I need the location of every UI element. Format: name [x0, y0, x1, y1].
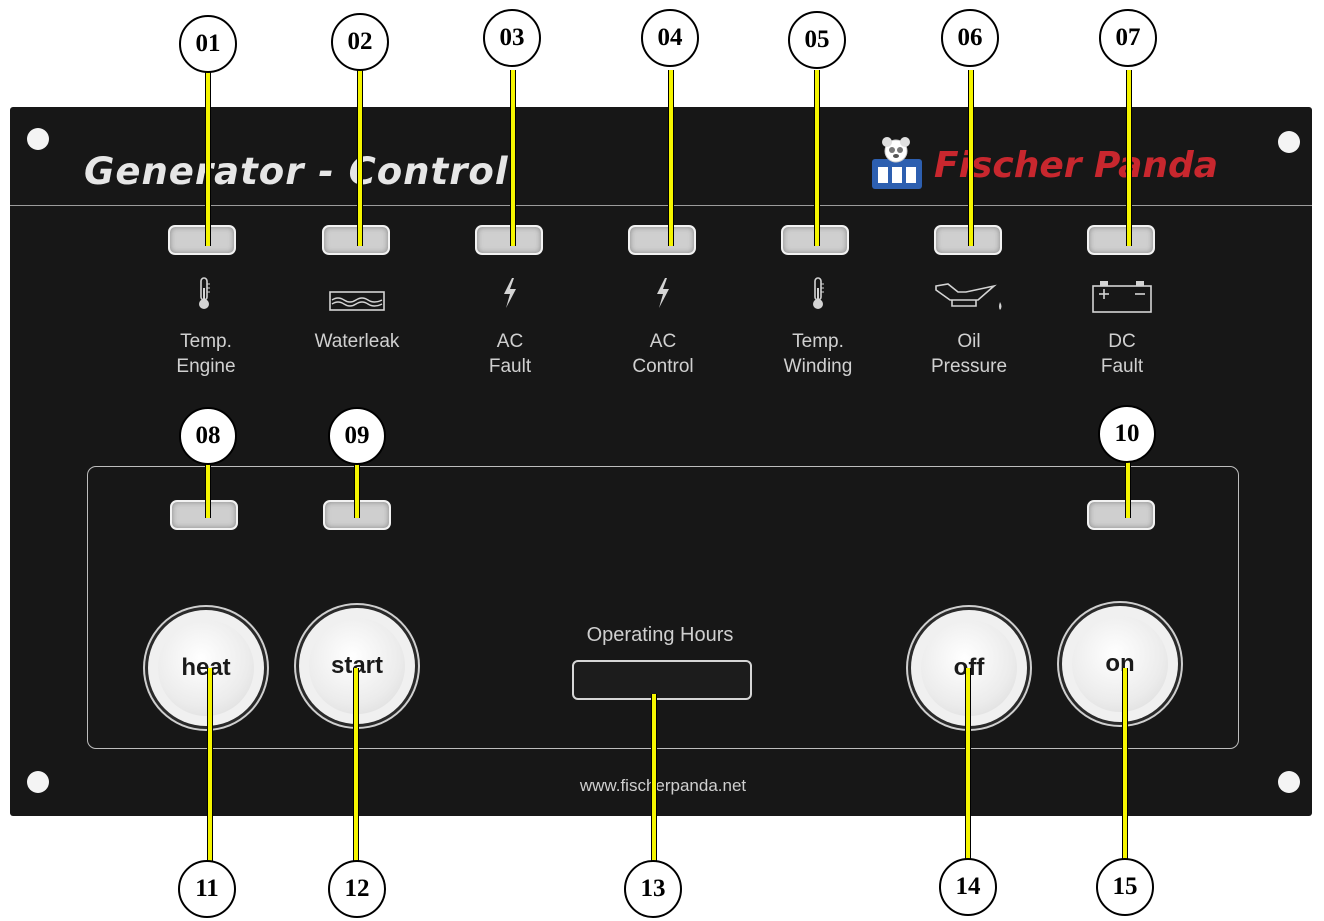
panel-title: Generator - Control [84, 150, 509, 193]
callout-06: 06 [941, 9, 999, 67]
callout-line [668, 70, 674, 246]
led-dc-fault [1087, 225, 1155, 255]
brand-logo: Fischer Panda [868, 137, 1218, 193]
callout-line [651, 694, 657, 866]
mounting-hole [27, 771, 49, 793]
led-on [1087, 500, 1155, 530]
battery-icon [1092, 281, 1152, 313]
callout-03: 03 [483, 9, 541, 67]
water-tank-icon [329, 291, 385, 311]
heat-button[interactable]: heat [148, 610, 264, 726]
callout-line [1125, 462, 1131, 518]
callout-line [814, 70, 820, 246]
lightning-icon [504, 278, 516, 308]
label-temp-engine: Temp. Engine [176, 331, 236, 377]
callout-08: 08 [179, 407, 237, 465]
led-heat [170, 500, 238, 530]
panda-logo-icon [872, 137, 922, 189]
callout-11: 11 [178, 860, 236, 918]
label-temp-winding: Temp. Winding [783, 331, 853, 377]
on-button[interactable]: on [1062, 606, 1178, 722]
callout-04: 04 [641, 9, 699, 67]
control-area-frame [87, 466, 1239, 749]
generator-control-diagram: Generator - Control Fischer Panda Temp. … [0, 0, 1324, 921]
callout-line [965, 668, 971, 866]
callout-12: 12 [328, 860, 386, 918]
callout-line [354, 462, 360, 518]
website-text: www.fischerpanda.net [579, 776, 747, 795]
operating-hours-label: Operating Hours [586, 624, 734, 646]
callout-02: 02 [331, 13, 389, 71]
led-ac-control [628, 225, 696, 255]
label-dc-fault: DC Fault [1100, 331, 1144, 377]
callout-10: 10 [1098, 405, 1156, 463]
led-ac-fault [475, 225, 543, 255]
callout-line [205, 462, 211, 518]
thermometer-icon [199, 277, 210, 309]
callout-13: 13 [624, 860, 682, 918]
callout-05: 05 [788, 11, 846, 69]
callout-line [968, 70, 974, 246]
callout-line [353, 668, 359, 866]
oil-can-icon [935, 283, 1002, 310]
callout-01: 01 [179, 15, 237, 73]
label-ac-fault: AC Fault [488, 331, 532, 377]
callout-line [207, 668, 213, 866]
callout-line [1126, 70, 1132, 246]
led-temp-engine [168, 225, 236, 255]
brand-name: Fischer Panda [934, 144, 1219, 186]
callout-line [510, 70, 516, 246]
mounting-hole [1278, 131, 1300, 153]
mounting-hole [1278, 771, 1300, 793]
operating-hours-display [572, 660, 752, 700]
callout-line [1122, 668, 1128, 866]
callout-09: 09 [328, 407, 386, 465]
mounting-hole [27, 128, 49, 150]
callout-line [357, 70, 363, 246]
callout-line [205, 70, 211, 246]
callout-14: 14 [939, 858, 997, 916]
label-oil-pressure: Oil Pressure [930, 331, 1008, 377]
lightning-icon [657, 278, 669, 308]
thermometer-icon [813, 277, 824, 309]
callout-15: 15 [1096, 858, 1154, 916]
label-waterleak: Waterleak [314, 331, 400, 352]
label-ac-control: AC Control [632, 331, 694, 377]
led-waterleak [322, 225, 390, 255]
callout-07: 07 [1099, 9, 1157, 67]
